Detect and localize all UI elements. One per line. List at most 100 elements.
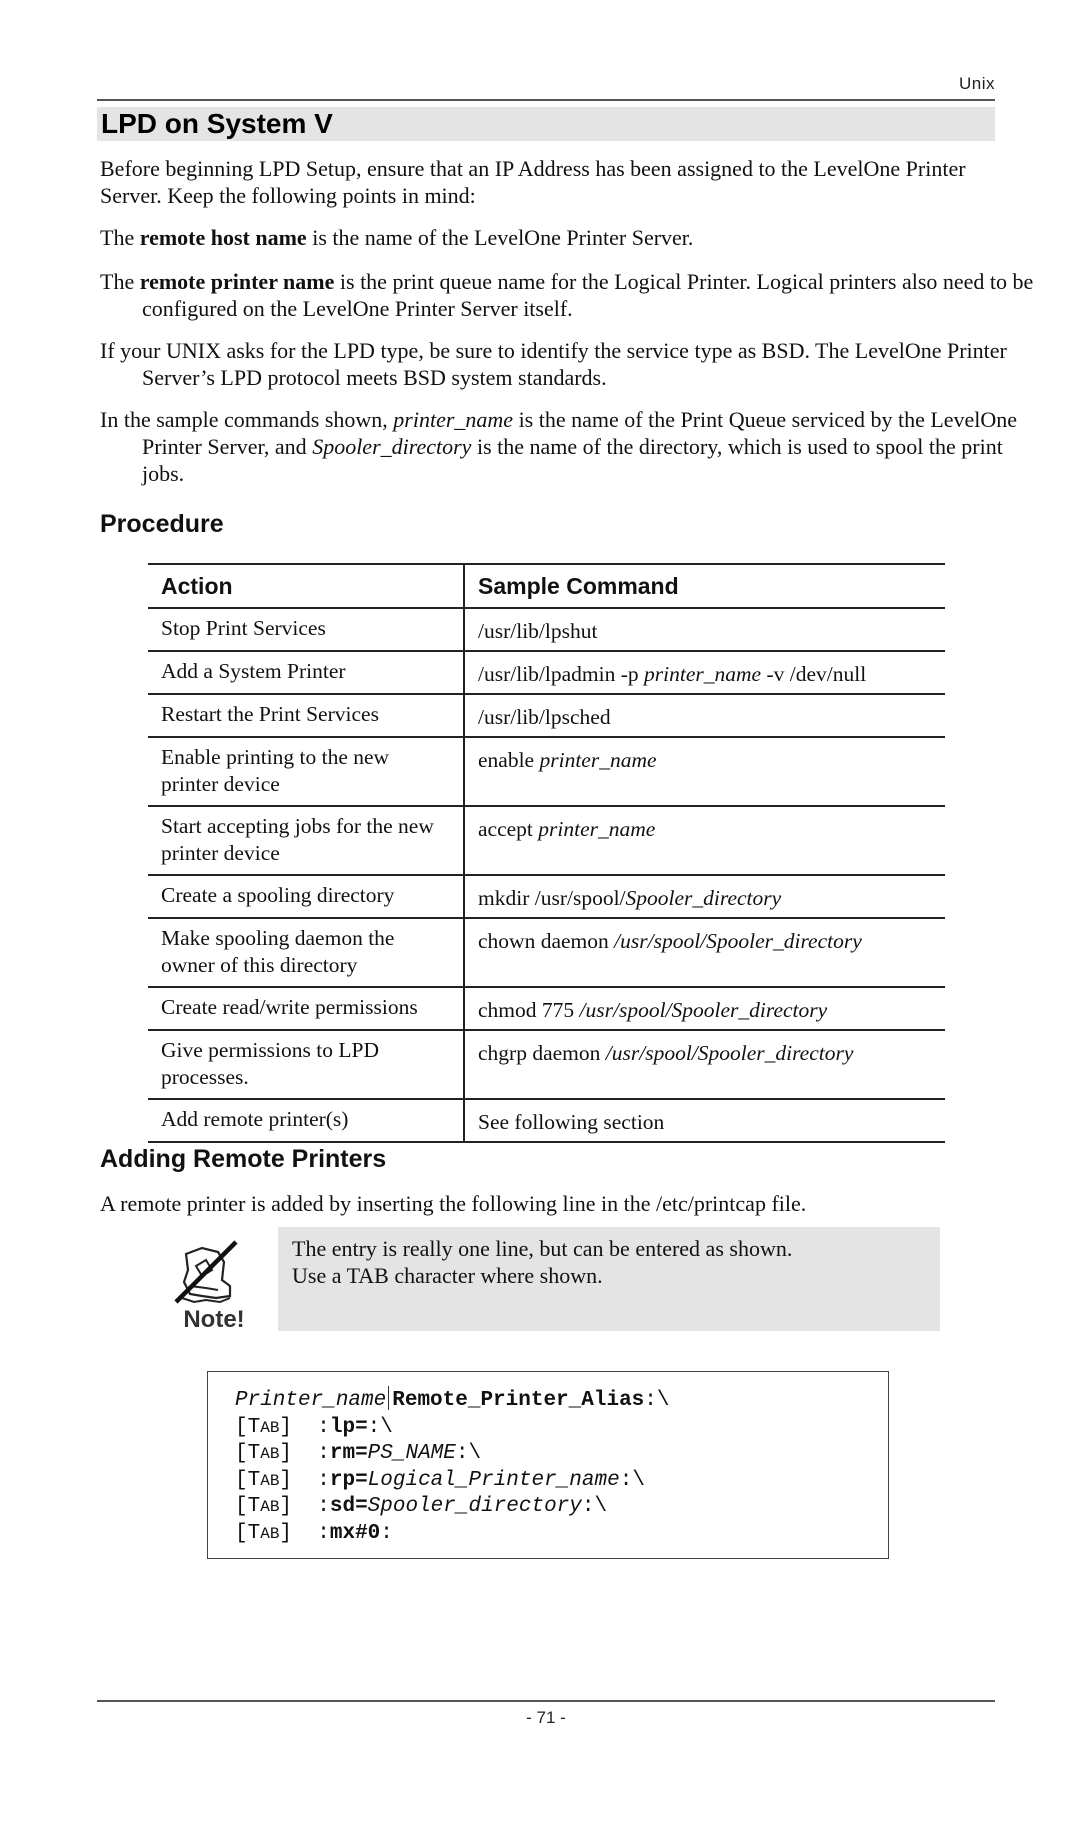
code-value: Logical_Printer_name bbox=[367, 1468, 620, 1492]
note-icon-graphic: Note! bbox=[174, 1240, 245, 1333]
table-row: Add remote printer(s) See following secti… bbox=[148, 1098, 945, 1143]
tab-marker-text: ] bbox=[279, 1521, 293, 1545]
command-placeholder: /usr/spool/Spooler_directory bbox=[614, 929, 862, 953]
code-line-printer-alias: Printer_name Remote_Printer_Alias:\ bbox=[235, 1386, 888, 1415]
tab-marker-text: AB bbox=[260, 1498, 280, 1516]
table-row: Restart the Print Services/usr/lib/lpsch… bbox=[148, 693, 945, 738]
action-cell: Stop Print Services bbox=[148, 607, 465, 652]
procedure-table: Action Sample Command Stop Print Service… bbox=[148, 563, 945, 1143]
command-cell: chgrp daemon /usr/spool/Spooler_director… bbox=[464, 1029, 945, 1100]
sample-commands-paragraph: In the sample commands shown, printer_na… bbox=[100, 406, 1037, 487]
code-line: [TAB] :lp=:\ bbox=[235, 1415, 888, 1442]
term-remote-host-name: remote host name bbox=[139, 225, 307, 250]
command-text: enable bbox=[478, 748, 540, 772]
command-placeholder: printer_name bbox=[538, 817, 656, 841]
intro-paragraph: Before beginning LPD Setup, ensure that … bbox=[100, 156, 966, 208]
command-cell: See following section bbox=[464, 1098, 945, 1143]
printcap-code-block: Printer_name Remote_Printer_Alias:\ [TAB]… bbox=[207, 1371, 889, 1559]
command-text: accept bbox=[478, 817, 539, 841]
action-cell: Start accepting jobs for the new printer… bbox=[148, 805, 465, 876]
code-colon: : bbox=[317, 1415, 330, 1439]
command-text: See following section bbox=[478, 1110, 665, 1134]
text: The bbox=[100, 225, 140, 250]
term-remote-printer-name: remote printer name bbox=[139, 269, 335, 294]
term-spooler-directory: Spooler_directory bbox=[312, 434, 472, 459]
tab-marker: [TAB] bbox=[235, 1416, 292, 1439]
command-text: chmod 775 bbox=[478, 998, 580, 1022]
tab-marker: [TAB] bbox=[235, 1495, 292, 1518]
command-text-tail: -v /dev/null bbox=[761, 662, 867, 686]
tab-marker: [TAB] bbox=[235, 1469, 292, 1492]
action-cell: Make spooling daemon the owner of this d… bbox=[148, 917, 465, 988]
command-cell: chown daemon /usr/spool/Spooler_director… bbox=[464, 917, 945, 988]
header-rule bbox=[97, 99, 995, 101]
code-line: [TAB] :rp=Logical_Printer_name:\ bbox=[235, 1468, 888, 1495]
tab-marker-text: AB bbox=[260, 1471, 280, 1490]
command-text: mkdir /usr/spool/ bbox=[478, 886, 626, 910]
tab-marker-text: ] bbox=[279, 1442, 293, 1465]
column-header-action: Action bbox=[148, 563, 465, 609]
remote-printer-paragraph: The remote printer name is the print que… bbox=[100, 268, 1037, 322]
code-continuation: :\ bbox=[367, 1415, 393, 1439]
code-line: [TAB] :mx#0: bbox=[235, 1521, 888, 1548]
code-key: rp= bbox=[329, 1468, 368, 1492]
tab-marker-text: ] bbox=[279, 1415, 293, 1439]
command-cell: /usr/lib/lpsched bbox=[464, 693, 945, 738]
command-placeholder: printer_name bbox=[644, 662, 762, 686]
command-placeholder: /usr/spool/Spooler_directory bbox=[605, 1041, 854, 1065]
table-row: Give permissions to LPD processes. chgrp … bbox=[148, 1029, 945, 1100]
table-row: Create read/write permissions chmod 775 /… bbox=[148, 986, 945, 1031]
command-cell: mkdir /usr/spool/Spooler_directory bbox=[464, 874, 945, 919]
code-continuation: :\ bbox=[581, 1495, 608, 1518]
page-number: - 71 - bbox=[526, 1708, 566, 1727]
running-header: Unix bbox=[958, 74, 995, 93]
table-row: Stop Print Services/usr/lib/lpshut bbox=[148, 607, 945, 652]
code-colon: : bbox=[317, 1521, 330, 1545]
action-cell: Add a System Printer bbox=[148, 650, 465, 695]
command-text: /usr/lib/lpshut bbox=[478, 619, 598, 643]
code-colon: : bbox=[317, 1495, 330, 1518]
tab-marker-text: [T bbox=[235, 1495, 261, 1518]
command-cell: /usr/lib/lpadmin -p printer_name -v /dev… bbox=[464, 650, 945, 695]
tab-marker-text: AB bbox=[260, 1445, 280, 1463]
tab-marker-text: [T bbox=[235, 1415, 261, 1439]
tab-marker-text: [T bbox=[235, 1442, 261, 1465]
command-cell: accept printer_name bbox=[464, 805, 945, 876]
code-remote-printer-alias: Remote_Printer_Alias bbox=[392, 1389, 645, 1412]
command-placeholder: /usr/spool/Spooler_directory bbox=[579, 998, 828, 1022]
action-cell: Enable printing to the new printer devic… bbox=[148, 736, 465, 807]
page-title: LPD on System V bbox=[101, 108, 333, 139]
code-colon: : bbox=[317, 1442, 330, 1465]
code-continuation: :\ bbox=[644, 1389, 670, 1412]
separator-bar bbox=[388, 1386, 390, 1410]
text: The bbox=[100, 269, 140, 294]
table-row: Start accepting jobs for the new printer… bbox=[148, 805, 945, 876]
note-box: The entry is really one line, but can be… bbox=[278, 1227, 940, 1331]
code-colon: : bbox=[317, 1468, 330, 1492]
table-row: Add a System Printer/usr/lib/lpadmin -p … bbox=[148, 650, 945, 695]
action-cell: Create read/write permissions bbox=[148, 986, 465, 1031]
lpd-type-paragraph: If your UNIX asks for the LPD type, be s… bbox=[100, 338, 1007, 390]
text: In the sample commands shown, bbox=[100, 407, 394, 432]
command-cell: chmod 775 /usr/spool/Spooler_directory bbox=[464, 986, 945, 1031]
tab-marker-text: ] bbox=[279, 1495, 293, 1518]
tab-marker: [TAB] bbox=[235, 1522, 292, 1545]
section-title-band: LPD on System V bbox=[97, 107, 995, 141]
code-continuation: : bbox=[380, 1521, 393, 1545]
code-key: sd= bbox=[329, 1495, 368, 1518]
footer-rule bbox=[97, 1700, 995, 1702]
command-cell: enable printer_name bbox=[464, 736, 945, 807]
action-cell: Give permissions to LPD processes. bbox=[148, 1029, 465, 1100]
note-line-1: The entry is really one line, but can be… bbox=[292, 1236, 793, 1261]
text: is the name of the LevelOne Printer Serv… bbox=[306, 225, 694, 250]
action-cell: Create a spooling directory bbox=[148, 874, 465, 919]
action-cell: Restart the Print Services bbox=[148, 693, 465, 738]
note-text: The entry is really one line, but can be… bbox=[278, 1227, 940, 1289]
code-continuation: :\ bbox=[455, 1442, 482, 1465]
code-continuation: :\ bbox=[619, 1468, 645, 1492]
code-value: PS_NAME bbox=[367, 1442, 456, 1465]
tab-marker-text: AB bbox=[260, 1524, 280, 1543]
tab-marker-text: [T bbox=[235, 1468, 261, 1492]
command-placeholder: printer_name bbox=[539, 748, 657, 772]
procedure-heading: Procedure bbox=[100, 510, 224, 538]
